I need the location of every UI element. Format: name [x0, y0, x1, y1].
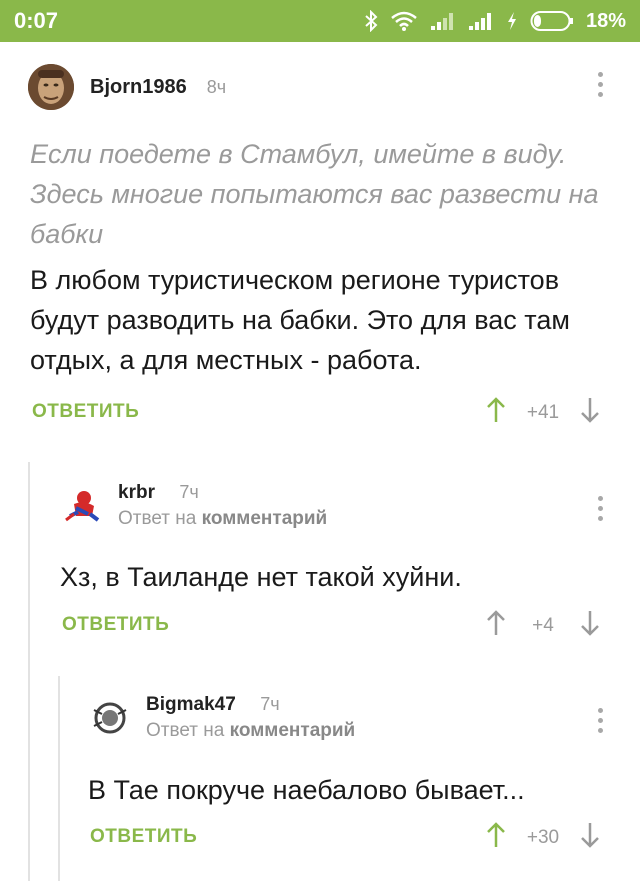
comment-time: 7ч	[260, 694, 280, 714]
battery-icon	[530, 10, 574, 32]
status-time: 0:07	[14, 8, 59, 33]
comment-text: В Тае покруче наебалово бывает...	[88, 775, 525, 805]
avatar[interactable]	[28, 64, 74, 110]
reply-button[interactable]: ОТВЕТИТЬ	[32, 401, 139, 423]
thread-line	[28, 462, 30, 881]
reply-button[interactable]: ОТВЕТИТЬ	[90, 826, 197, 848]
comment-time: 7ч	[179, 482, 199, 502]
wifi-icon	[390, 10, 418, 32]
more-options-icon[interactable]	[598, 708, 604, 733]
comment-text: Хз, в Таиланде нет такой хуйни.	[60, 562, 462, 592]
vote-score: +41	[526, 401, 560, 423]
downvote-arrow-icon[interactable]	[580, 396, 600, 429]
bluetooth-icon	[364, 10, 378, 32]
reply-to-link[interactable]: Ответ на комментарий	[146, 720, 355, 742]
author-name[interactable]: Bjorn1986	[90, 76, 187, 99]
quoted-text: Если поедете в Стамбул, имейте в виду. З…	[30, 139, 599, 249]
more-options-icon[interactable]	[598, 72, 604, 97]
thread-line	[58, 676, 60, 881]
more-options-icon[interactable]	[598, 496, 604, 521]
signal-weak-icon	[430, 11, 456, 31]
upvote-arrow-icon[interactable]	[486, 609, 506, 642]
status-bar: 0:07 18%	[0, 0, 640, 42]
comment-text: В любом туристическом регионе туристов б…	[30, 265, 570, 375]
avatar[interactable]	[88, 696, 132, 740]
charging-icon	[506, 11, 518, 31]
vote-score: +4	[532, 614, 554, 636]
reply-to-link[interactable]: Ответ на комментарий	[118, 508, 327, 530]
downvote-arrow-icon[interactable]	[580, 821, 600, 854]
comment-time: 8ч	[206, 76, 227, 97]
vote-score: +30	[526, 826, 560, 848]
battery-percent: 18%	[585, 9, 626, 32]
reply-button[interactable]: ОТВЕТИТЬ	[62, 614, 169, 636]
vote-controls: +41	[486, 396, 600, 429]
vote-controls: +4	[486, 609, 600, 642]
signal-strong-icon	[468, 11, 494, 31]
upvote-arrow-icon[interactable]	[486, 396, 506, 429]
vote-controls: +30	[486, 821, 600, 854]
downvote-arrow-icon[interactable]	[580, 609, 600, 642]
upvote-arrow-icon[interactable]	[486, 821, 506, 854]
author-name[interactable]: krbr	[118, 482, 155, 503]
avatar[interactable]	[60, 484, 104, 528]
author-name[interactable]: Bigmak47	[146, 694, 236, 715]
